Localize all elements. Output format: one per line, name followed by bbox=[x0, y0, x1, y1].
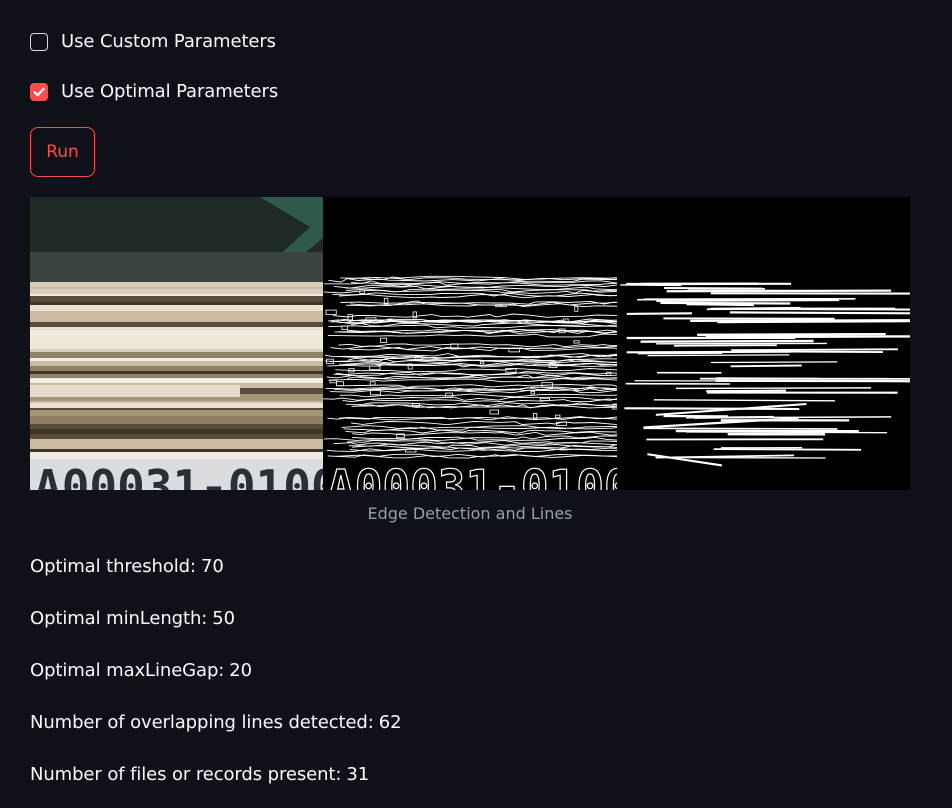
result-label: Optimal threshold: bbox=[30, 556, 196, 577]
use-custom-parameters-checkbox[interactable]: Use Custom Parameters bbox=[30, 32, 276, 52]
svg-text:A00031-0100: A00031-0100 bbox=[34, 460, 323, 490]
result-value: 20 bbox=[229, 660, 252, 681]
result-value: 70 bbox=[200, 556, 224, 577]
use-custom-parameters-label[interactable]: Use Custom Parameters bbox=[61, 32, 276, 52]
result-files-records: Number of files or records present: 31 bbox=[30, 764, 369, 785]
edge-detection-image: A00031-0100 bbox=[323, 197, 617, 490]
result-optimal-threshold: Optimal threshold: 70 bbox=[30, 556, 224, 577]
result-value: 62 bbox=[378, 712, 402, 733]
result-overlapping-lines: Number of overlapping lines detected: 62 bbox=[30, 712, 402, 733]
result-label: Number of files or records present: bbox=[30, 764, 342, 785]
checked-checkbox-icon[interactable] bbox=[30, 83, 48, 101]
svg-text:A00031-0100: A00031-0100 bbox=[327, 460, 616, 490]
detected-lines-image bbox=[616, 197, 910, 490]
run-button[interactable]: Run bbox=[30, 127, 95, 177]
lines-image-panel bbox=[616, 197, 910, 490]
app-root: Use Custom Parameters Use Optimal Parame… bbox=[0, 0, 952, 808]
edge-detection-figure: A00031-0100 A00031-0100 bbox=[30, 197, 910, 490]
unchecked-checkbox-icon[interactable] bbox=[30, 33, 48, 51]
result-label: Optimal maxLineGap: bbox=[30, 660, 225, 681]
result-value: 31 bbox=[346, 764, 370, 785]
original-image-panel: A00031-0100 bbox=[30, 197, 324, 490]
result-label: Number of overlapping lines detected: bbox=[30, 712, 374, 733]
use-optimal-parameters-checkbox[interactable]: Use Optimal Parameters bbox=[30, 82, 278, 102]
result-label: Optimal minLength: bbox=[30, 608, 208, 629]
figure-caption: Edge Detection and Lines bbox=[367, 504, 573, 523]
edges-image-panel: A00031-0100 bbox=[323, 197, 617, 490]
result-value: 50 bbox=[212, 608, 235, 629]
result-optimal-minlength: Optimal minLength: 50 bbox=[30, 608, 235, 629]
use-optimal-parameters-label[interactable]: Use Optimal Parameters bbox=[61, 82, 278, 102]
original-photo: A00031-0100 bbox=[30, 197, 324, 490]
result-optimal-maxlinegap: Optimal maxLineGap: 20 bbox=[30, 660, 252, 681]
